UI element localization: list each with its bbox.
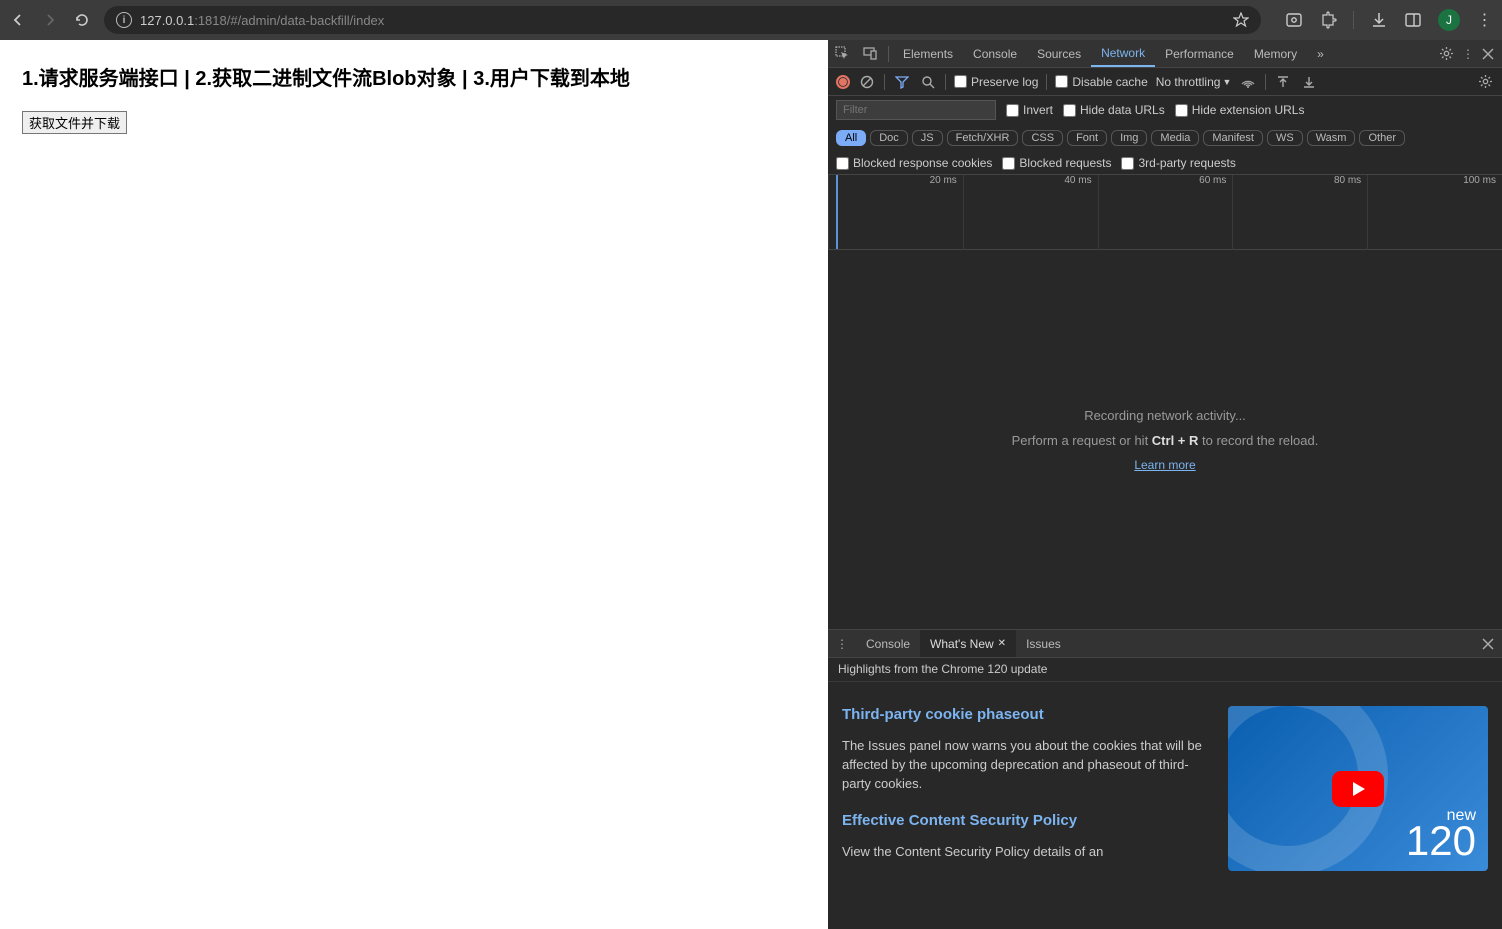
chip-other[interactable]: Other [1359, 130, 1405, 146]
third-party-checkbox[interactable]: 3rd-party requests [1121, 156, 1235, 170]
tab-elements[interactable]: Elements [893, 40, 963, 67]
tab-console[interactable]: Console [963, 40, 1027, 67]
timeline-tick: 80 ms [1232, 175, 1367, 193]
address-bar[interactable]: i 127.0.0.1:1818/#/admin/data-backfill/i… [104, 6, 1261, 34]
filter-type-chips: All Doc JS Fetch/XHR CSS Font Img Media … [836, 130, 1405, 146]
reload-button[interactable] [72, 10, 92, 30]
chip-manifest[interactable]: Manifest [1203, 130, 1263, 146]
network-request-list: Recording network activity... Perform a … [828, 250, 1502, 629]
record-button[interactable] [836, 75, 850, 89]
recording-hint: Perform a request or hit Ctrl + R to rec… [1012, 433, 1319, 448]
drawer-menu-icon[interactable]: ⋮ [828, 630, 856, 657]
network-timeline[interactable]: 20 ms 40 ms 60 ms 80 ms 100 ms [828, 175, 1502, 250]
downloads-icon[interactable] [1370, 11, 1388, 29]
extensions-icon[interactable] [1319, 11, 1337, 29]
drawer-body: Third-party cookie phaseout The Issues p… [828, 682, 1502, 929]
divider [1353, 11, 1354, 29]
tab-network[interactable]: Network [1091, 40, 1155, 67]
tab-memory[interactable]: Memory [1244, 40, 1307, 67]
inspect-element-icon[interactable] [828, 40, 856, 67]
close-drawer-icon[interactable] [1482, 638, 1494, 650]
download-file-button[interactable]: 获取文件并下载 [22, 111, 127, 134]
devtools-panel: Elements Console Sources Network Perform… [828, 40, 1502, 929]
separator [1046, 74, 1047, 90]
menu-icon[interactable]: ⋮ [1476, 11, 1494, 29]
blocked-requests-checkbox[interactable]: Blocked requests [1002, 156, 1111, 170]
separator [884, 74, 885, 90]
chip-js[interactable]: JS [912, 130, 943, 146]
export-har-icon[interactable] [1300, 73, 1318, 91]
drawer-tab-whats-new[interactable]: What's New✕ [920, 630, 1016, 657]
side-panel-icon[interactable] [1404, 11, 1422, 29]
close-tab-icon[interactable]: ✕ [998, 638, 1006, 649]
chip-doc[interactable]: Doc [870, 130, 908, 146]
network-filter-bar: Invert Hide data URLs Hide extension URL… [828, 96, 1502, 175]
timeline-tick: 100 ms [1367, 175, 1502, 193]
drawer-tabs: ⋮ Console What's New✕ Issues [828, 630, 1502, 658]
clear-icon[interactable] [858, 73, 876, 91]
tab-sources[interactable]: Sources [1027, 40, 1091, 67]
chip-all[interactable]: All [836, 130, 866, 146]
chip-media[interactable]: Media [1151, 130, 1199, 146]
chip-css[interactable]: CSS [1022, 130, 1063, 146]
close-devtools-icon[interactable] [1482, 48, 1494, 60]
browser-toolbar: i 127.0.0.1:1818/#/admin/data-backfill/i… [0, 0, 1502, 40]
separator [888, 46, 889, 62]
separator [945, 74, 946, 90]
search-icon[interactable] [919, 73, 937, 91]
hide-data-urls-checkbox[interactable]: Hide data URLs [1063, 103, 1165, 117]
filter-icon[interactable] [893, 73, 911, 91]
throttling-select[interactable]: No throttling ▼ [1156, 75, 1232, 89]
page-viewport: 1.请求服务端接口 | 2.获取二进制文件流Blob对象 | 3.用户下载到本地… [0, 40, 828, 929]
disable-cache-checkbox[interactable]: Disable cache [1055, 75, 1147, 89]
back-button[interactable] [8, 10, 28, 30]
device-toolbar-icon[interactable] [856, 40, 884, 67]
recording-status: Recording network activity... [1084, 408, 1246, 423]
section2-title[interactable]: Effective Content Security Policy [842, 812, 1208, 829]
drawer-tab-console[interactable]: Console [856, 630, 920, 657]
play-icon[interactable] [1332, 771, 1384, 807]
filter-input[interactable] [836, 100, 996, 120]
network-conditions-icon[interactable] [1239, 73, 1257, 91]
profile-avatar[interactable]: J [1438, 9, 1460, 31]
bookmark-star-icon[interactable] [1233, 12, 1249, 28]
lens-icon[interactable] [1285, 11, 1303, 29]
timeline-tick: 40 ms [963, 175, 1098, 193]
preserve-log-checkbox[interactable]: Preserve log [954, 75, 1038, 89]
section1-title[interactable]: Third-party cookie phaseout [842, 706, 1208, 723]
site-info-icon[interactable]: i [116, 12, 132, 28]
devtools-tabs: Elements Console Sources Network Perform… [828, 40, 1502, 68]
import-har-icon[interactable] [1274, 73, 1292, 91]
network-toolbar: Preserve log Disable cache No throttling… [828, 68, 1502, 96]
separator [1265, 74, 1266, 90]
section1-body: The Issues panel now warns you about the… [842, 737, 1208, 794]
chip-img[interactable]: Img [1111, 130, 1147, 146]
tab-performance[interactable]: Performance [1155, 40, 1244, 67]
blocked-cookies-checkbox[interactable]: Blocked response cookies [836, 156, 992, 170]
forward-button[interactable] [40, 10, 60, 30]
network-settings-icon[interactable] [1476, 73, 1494, 91]
chip-font[interactable]: Font [1067, 130, 1107, 146]
hide-extension-urls-checkbox[interactable]: Hide extension URLs [1175, 103, 1305, 117]
timeline-tick: 20 ms [828, 175, 963, 193]
chip-wasm[interactable]: Wasm [1307, 130, 1356, 146]
url-text: 127.0.0.1:1818/#/admin/data-backfill/ind… [140, 13, 1225, 28]
chip-fetch-xhr[interactable]: Fetch/XHR [947, 130, 1019, 146]
drawer-tab-issues[interactable]: Issues [1016, 630, 1071, 657]
chip-ws[interactable]: WS [1267, 130, 1303, 146]
more-tabs-icon[interactable]: » [1307, 40, 1334, 67]
timeline-tick: 60 ms [1098, 175, 1233, 193]
drawer-highlight: Highlights from the Chrome 120 update [828, 658, 1502, 682]
section2-body: View the Content Security Policy details… [842, 843, 1208, 862]
devtools-drawer: ⋮ Console What's New✕ Issues Highlights … [828, 629, 1502, 929]
settings-gear-icon[interactable] [1439, 46, 1454, 61]
video-thumbnail[interactable]: new120 [1228, 706, 1488, 871]
chrome-actions: J ⋮ [1285, 9, 1494, 31]
devtools-menu-icon[interactable]: ⋮ [1462, 47, 1474, 61]
page-title: 1.请求服务端接口 | 2.获取二进制文件流Blob对象 | 3.用户下载到本地 [22, 62, 806, 91]
learn-more-link[interactable]: Learn more [1134, 458, 1195, 472]
invert-checkbox[interactable]: Invert [1006, 103, 1053, 117]
